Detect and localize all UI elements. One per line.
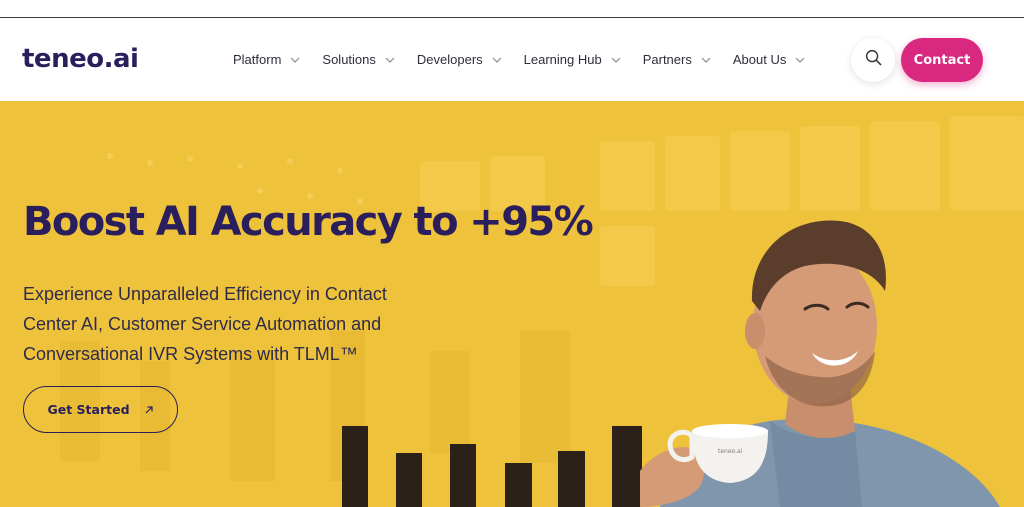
chevron-down-icon [795,55,805,65]
hero-section: Boost AI Accuracy to +95% Experience Unp… [0,101,1024,507]
nav-item-partners[interactable]: Partners [643,52,711,67]
chevron-down-icon [611,55,621,65]
nav-item-about-us[interactable]: About Us [733,52,805,67]
hero-subtext: Experience Unparalleled Efficiency in Co… [23,284,387,364]
nav-item-label: Platform [233,52,282,67]
chevron-down-icon [492,55,502,65]
chevron-down-icon [385,55,395,65]
nav-item-label: About Us [732,52,787,67]
hero-person-image: teneo.ai [640,220,1000,507]
get-started-button[interactable]: Get Started [23,386,178,433]
nav-item-label: Partners [642,52,692,67]
chevron-down-icon [290,55,300,65]
site-header: teneo.ai Platform Solutions Developers L… [0,18,1024,101]
search-icon [865,49,882,71]
logo[interactable]: teneo.ai [22,44,139,74]
nav-item-label: Solutions [322,52,376,67]
nav-item-platform[interactable]: Platform [233,52,300,67]
main-nav: Platform Solutions Developers Learning H… [233,52,827,67]
contact-button[interactable]: Contact [901,38,983,82]
nav-item-learning-hub[interactable]: Learning Hub [524,52,621,67]
nav-item-solutions[interactable]: Solutions [322,52,395,67]
nav-item-label: Developers [416,52,483,67]
arrow-up-right-icon [144,405,154,415]
hero-headline: Boost AI Accuracy to +95% [23,199,594,245]
nav-item-developers[interactable]: Developers [417,52,502,67]
nav-item-label: Learning Hub [523,52,602,67]
get-started-label: Get Started [47,402,130,417]
search-button[interactable] [851,38,895,82]
cup-logo-text: teneo.ai [718,448,743,455]
chevron-down-icon [701,55,711,65]
